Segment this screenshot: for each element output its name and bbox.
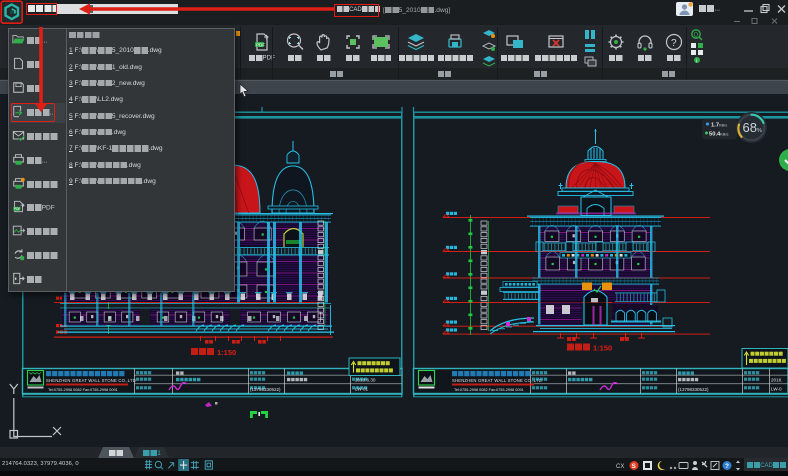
svg-text:S: S — [632, 463, 637, 470]
svg-text:SHENZHEN GREAT WALL STONE CO.,: SHENZHEN GREAT WALL STONE CO.,LTD — [46, 378, 136, 383]
svg-text:Q: Q — [694, 33, 699, 39]
svg-text:1:150: 1:150 — [217, 348, 236, 357]
svg-text:LW-01: LW-01 — [355, 387, 369, 392]
svg-text:Tel:0755-2998 0082 Fax:0755-: Tel:0755-2998 0082 Fax:0755-2998 0091 — [48, 388, 118, 392]
svg-text:Tel:0755-2998 0082 Fax:0755-: Tel:0755-2998 0082 Fax:0755-2998 0091 — [454, 388, 524, 392]
svg-text:CX: CX — [616, 464, 624, 470]
svg-text:PDF: PDF — [256, 42, 265, 47]
svg-text:(13798330522): (13798330522) — [250, 387, 281, 392]
svg-text:(13798330522): (13798330522) — [678, 387, 709, 392]
svg-text:?: ? — [671, 38, 677, 49]
svg-text:SHENZHEN GREAT WALL STONE CO.,: SHENZHEN GREAT WALL STONE CO.,LTD — [452, 378, 542, 383]
svg-text:i: i — [696, 58, 697, 63]
svg-text:1:150: 1:150 — [593, 344, 612, 353]
svg-text:2018.: 2018. — [771, 378, 783, 383]
svg-text:?: ? — [725, 463, 729, 470]
svg-text:PDF: PDF — [14, 207, 21, 211]
svg-text:2018.6.30: 2018.6.30 — [355, 378, 376, 383]
svg-text:LW-0: LW-0 — [771, 387, 782, 392]
